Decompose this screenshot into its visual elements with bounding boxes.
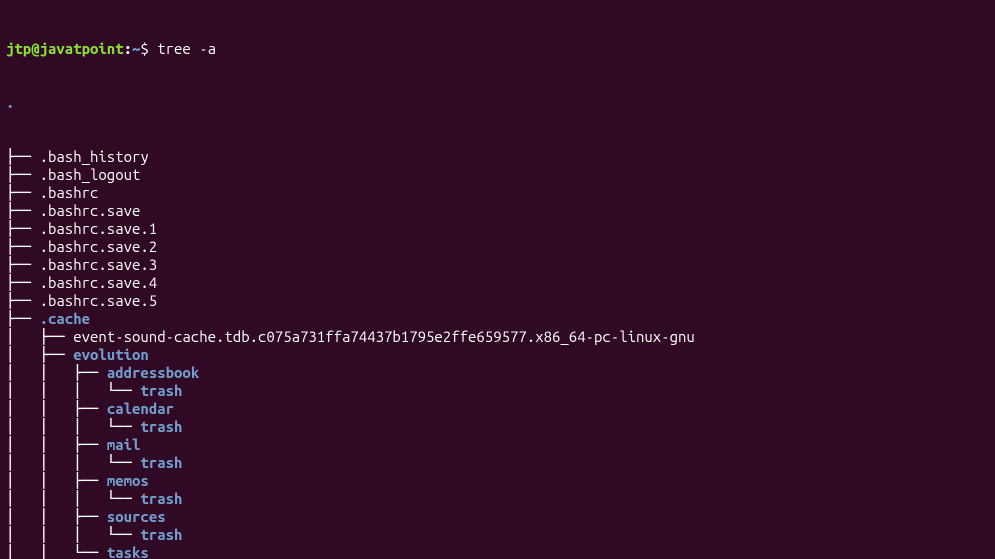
tree-file-name: .bashrc.save.3 (40, 256, 158, 273)
tree-row: │ ├── evolution (6, 346, 989, 364)
tree-prefix: │ │ ├── (6, 508, 107, 525)
tree-dir-name: mail (107, 436, 141, 453)
tree-prefix: │ │ ├── (6, 472, 107, 489)
tree-dir-name: trash (140, 454, 182, 471)
tree-prefix: │ ├── (6, 346, 73, 363)
tree-row: ├── .bash_history (6, 148, 989, 166)
tree-prefix: │ │ │ └── (6, 526, 140, 543)
tree-prefix: │ │ ├── (6, 400, 107, 417)
tree-row: │ │ ├── calendar (6, 400, 989, 418)
tree-file-name: .bashrc.save.5 (40, 292, 158, 309)
tree-dir-name: trash (140, 382, 182, 399)
tree-output: ├── .bash_history├── .bash_logout├── .ba… (6, 148, 989, 559)
tree-row: │ │ │ └── trash (6, 418, 989, 436)
terminal-window[interactable]: jtp@javatpoint:~$ tree -a . ├── .bash_hi… (0, 0, 995, 559)
tree-prefix: ├── (6, 148, 40, 165)
tree-dir-name: evolution (73, 346, 149, 363)
tree-dir-name: addressbook (107, 364, 199, 381)
tree-prefix: ├── (6, 310, 40, 327)
tree-prefix: ├── (6, 238, 40, 255)
tree-file-name: .bashrc.save.1 (40, 220, 158, 237)
tree-row: ├── .bashrc.save.3 (6, 256, 989, 274)
tree-prefix: ├── (6, 202, 40, 219)
prompt-separator: : (124, 40, 132, 57)
tree-row: │ │ │ └── trash (6, 490, 989, 508)
tree-row: ├── .bashrc.save.4 (6, 274, 989, 292)
tree-row: ├── .bashrc.save (6, 202, 989, 220)
tree-prefix: ├── (6, 220, 40, 237)
tree-dir-name: trash (140, 526, 182, 543)
tree-file-name: .bash_history (40, 148, 149, 165)
tree-dir-name: .cache (40, 310, 90, 327)
tree-file-name: .bashrc.save (40, 202, 141, 219)
tree-row: ├── .bashrc.save.2 (6, 238, 989, 256)
prompt-dollar: $ (140, 40, 157, 57)
tree-prefix: │ │ │ └── (6, 418, 140, 435)
tree-row: ├── .cache (6, 310, 989, 328)
tree-file-name: .bashrc.save.4 (40, 274, 158, 291)
tree-row: │ │ │ └── trash (6, 454, 989, 472)
tree-prefix: │ ├── (6, 328, 73, 345)
tree-row: │ │ ├── sources (6, 508, 989, 526)
tree-row: │ │ ├── memos (6, 472, 989, 490)
tree-prefix: │ │ │ └── (6, 454, 140, 471)
tree-dir-name: trash (140, 418, 182, 435)
prompt-line[interactable]: jtp@javatpoint:~$ tree -a (6, 40, 989, 58)
tree-root-dot: . (6, 94, 989, 112)
tree-prefix: │ │ │ └── (6, 490, 140, 507)
tree-dir-name: memos (107, 472, 149, 489)
tree-prefix: │ │ ├── (6, 436, 107, 453)
tree-prefix: │ │ │ └── (6, 382, 140, 399)
tree-row: │ │ ├── addressbook (6, 364, 989, 382)
tree-prefix: │ │ ├── (6, 364, 107, 381)
tree-dir-name: trash (140, 490, 182, 507)
tree-prefix: │ │ └── (6, 544, 107, 559)
tree-row: │ ├── event-sound-cache.tdb.c075a731ffa7… (6, 328, 989, 346)
tree-row: │ │ ├── mail (6, 436, 989, 454)
prompt-user-host: jtp@javatpoint (6, 40, 124, 57)
tree-dir-name: tasks (107, 544, 149, 559)
tree-file-name: .bashrc (40, 184, 99, 201)
tree-row: │ │ │ └── trash (6, 382, 989, 400)
tree-row: │ │ └── tasks (6, 544, 989, 559)
tree-row: ├── .bash_logout (6, 166, 989, 184)
tree-prefix: ├── (6, 184, 40, 201)
tree-row: ├── .bashrc (6, 184, 989, 202)
tree-row: ├── .bashrc.save.5 (6, 292, 989, 310)
tree-file-name: .bash_logout (40, 166, 141, 183)
tree-dir-name: sources (107, 508, 166, 525)
tree-prefix: ├── (6, 292, 40, 309)
tree-prefix: ├── (6, 256, 40, 273)
tree-prefix: ├── (6, 166, 40, 183)
tree-row: ├── .bashrc.save.1 (6, 220, 989, 238)
tree-prefix: ├── (6, 274, 40, 291)
tree-file-name: event-sound-cache.tdb.c075a731ffa74437b1… (73, 328, 695, 345)
tree-file-name: .bashrc.save.2 (40, 238, 158, 255)
command-text: tree -a (157, 40, 216, 57)
tree-row: │ │ │ └── trash (6, 526, 989, 544)
tree-dir-name: calendar (107, 400, 174, 417)
